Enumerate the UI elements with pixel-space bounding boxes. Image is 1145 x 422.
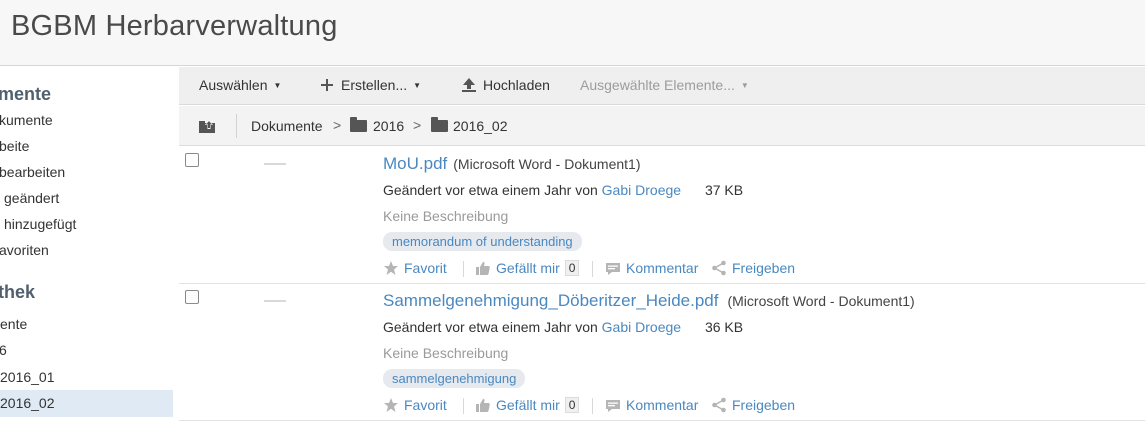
select-menu-button[interactable]: Auswählen ▼ [199, 77, 281, 93]
share-label: Freigeben [732, 397, 796, 413]
document-name-link[interactable]: MoU.pdf [383, 154, 447, 173]
like-count-badge: 0 [564, 260, 580, 276]
sidebar-item-editing[interactable]: bearbeiten [0, 159, 172, 186]
share-icon [712, 397, 726, 413]
document-description: Keine Beschreibung [383, 208, 509, 224]
sidebar-item-folder-2016-02[interactable]: 2016_02 [0, 390, 173, 417]
star-icon [384, 261, 398, 275]
comment-icon [606, 263, 620, 275]
favorite-label: Favorit [404, 260, 447, 276]
like-label: Gefällt mir [496, 260, 560, 276]
file-size: 36 KB [704, 319, 744, 335]
folder-up-icon[interactable] [198, 118, 216, 134]
select-menu-label: Auswählen [199, 77, 268, 93]
document-row: Sammelgenehmigung_Döberitzer_Heide.pdf (M… [179, 284, 1145, 421]
document-title-line: MoU.pdf (Microsoft Word - Dokument1) [383, 154, 640, 174]
comment-button[interactable]: Kommentar [605, 260, 698, 276]
comment-button[interactable]: Kommentar [605, 397, 698, 413]
comment-label: Kommentar [626, 260, 699, 276]
upload-icon [462, 78, 476, 92]
site-title: BGBM Herbarverwaltung [11, 10, 338, 42]
thumbs-up-icon [476, 398, 490, 412]
caret-down-icon: ▼ [413, 80, 422, 90]
share-button[interactable]: Freigeben [711, 260, 795, 276]
document-checkbox[interactable] [185, 153, 199, 167]
document-meta: Geändert vor etwa einem Jahr von Gabi Dr… [383, 319, 743, 335]
breadcrumb-divider [236, 114, 237, 138]
like-label: Gefällt mir [496, 397, 560, 413]
star-icon [384, 398, 398, 412]
like-button[interactable]: Gefällt mir 0 [475, 260, 580, 276]
sidebar-item-folder-2016[interactable]: 6 [0, 337, 172, 364]
sidebar: mente kumente beite bearbeiten geändert … [0, 67, 173, 422]
breadcrumb-2016[interactable]: 2016 [373, 118, 404, 134]
sidebar-item-working[interactable]: beite [0, 133, 172, 160]
sidebar-item-folder-2016-01[interactable]: 2016_01 [0, 364, 173, 391]
folder-icon [431, 117, 448, 132]
document-thumbnail[interactable] [264, 300, 286, 302]
document-toolbar: Auswählen ▼ Erstellen... ▼ Hochladen Aus… [179, 67, 1145, 105]
breadcrumb-separator: > [333, 117, 342, 133]
modified-text: Geändert vor etwa einem Jahr von [383, 182, 598, 198]
modifier-user-link[interactable]: Gabi Droege [602, 319, 681, 335]
document-tag[interactable]: memorandum of understanding [383, 232, 582, 251]
document-description: Keine Beschreibung [383, 345, 509, 361]
share-icon [712, 260, 726, 276]
favorite-label: Favorit [404, 397, 447, 413]
selected-items-label: Ausgewählte Elemente... [580, 77, 735, 93]
upload-label: Hochladen [483, 77, 550, 93]
sidebar-item-library-documents[interactable]: ente [0, 311, 173, 338]
plus-icon [321, 79, 333, 91]
sidebar-item-added[interactable]: hinzugefügt [4, 211, 173, 238]
action-separator [463, 398, 464, 414]
document-title-line: Sammelgenehmigung_Döberitzer_Heide.pdf (M… [383, 291, 915, 311]
document-row: MoU.pdf (Microsoft Word - Dokument1) Geän… [179, 147, 1145, 284]
caret-down-icon: ▼ [740, 80, 749, 90]
favorite-button[interactable]: Favorit [383, 397, 447, 413]
upload-button[interactable]: Hochladen [461, 77, 550, 93]
share-label: Freigeben [732, 260, 796, 276]
selected-items-menu[interactable]: Ausgewählte Elemente... ▼ [580, 77, 749, 93]
create-menu-label: Erstellen... [341, 77, 408, 93]
favorite-button[interactable]: Favorit [383, 260, 447, 276]
folder-icon [350, 117, 367, 132]
comment-label: Kommentar [626, 397, 699, 413]
document-type: (Microsoft Word - Dokument1) [727, 293, 915, 309]
create-menu-button[interactable]: Erstellen... ▼ [320, 77, 421, 93]
thumbs-up-icon [476, 261, 490, 275]
document-name-link[interactable]: Sammelgenehmigung_Döberitzer_Heide.pdf [383, 291, 718, 310]
breadcrumb: Dokumente > 2016 > 2016_02 [179, 106, 1145, 146]
action-separator [463, 261, 464, 277]
action-separator [592, 261, 593, 277]
breadcrumb-separator: > [413, 117, 422, 133]
document-type: (Microsoft Word - Dokument1) [453, 156, 641, 172]
app-header: BGBM Herbarverwaltung [0, 0, 1145, 66]
document-thumbnail[interactable] [264, 163, 286, 165]
comment-icon [606, 400, 620, 412]
breadcrumb-documents[interactable]: Dokumente [251, 118, 323, 134]
modified-text: Geändert vor etwa einem Jahr von [383, 319, 598, 335]
document-meta: Geändert vor etwa einem Jahr von Gabi Dr… [383, 182, 743, 198]
modifier-user-link[interactable]: Gabi Droege [602, 182, 681, 198]
document-checkbox[interactable] [185, 290, 199, 304]
like-button[interactable]: Gefällt mir 0 [475, 397, 580, 413]
share-button[interactable]: Freigeben [711, 397, 795, 413]
action-separator [592, 398, 593, 414]
sidebar-section-documents-title: mente [0, 84, 52, 104]
sidebar-item-documents[interactable]: kumente [0, 107, 172, 134]
sidebar-item-changed[interactable]: geändert [4, 185, 173, 212]
sidebar-item-favorites[interactable]: avoriten [0, 237, 172, 264]
breadcrumb-2016-02[interactable]: 2016_02 [453, 118, 508, 134]
file-size: 37 KB [704, 182, 744, 198]
caret-down-icon: ▼ [273, 80, 282, 90]
sidebar-section-library-title: thek [0, 282, 36, 302]
like-count-badge: 0 [564, 397, 580, 413]
document-tag[interactable]: sammelgenehmigung [383, 369, 526, 388]
